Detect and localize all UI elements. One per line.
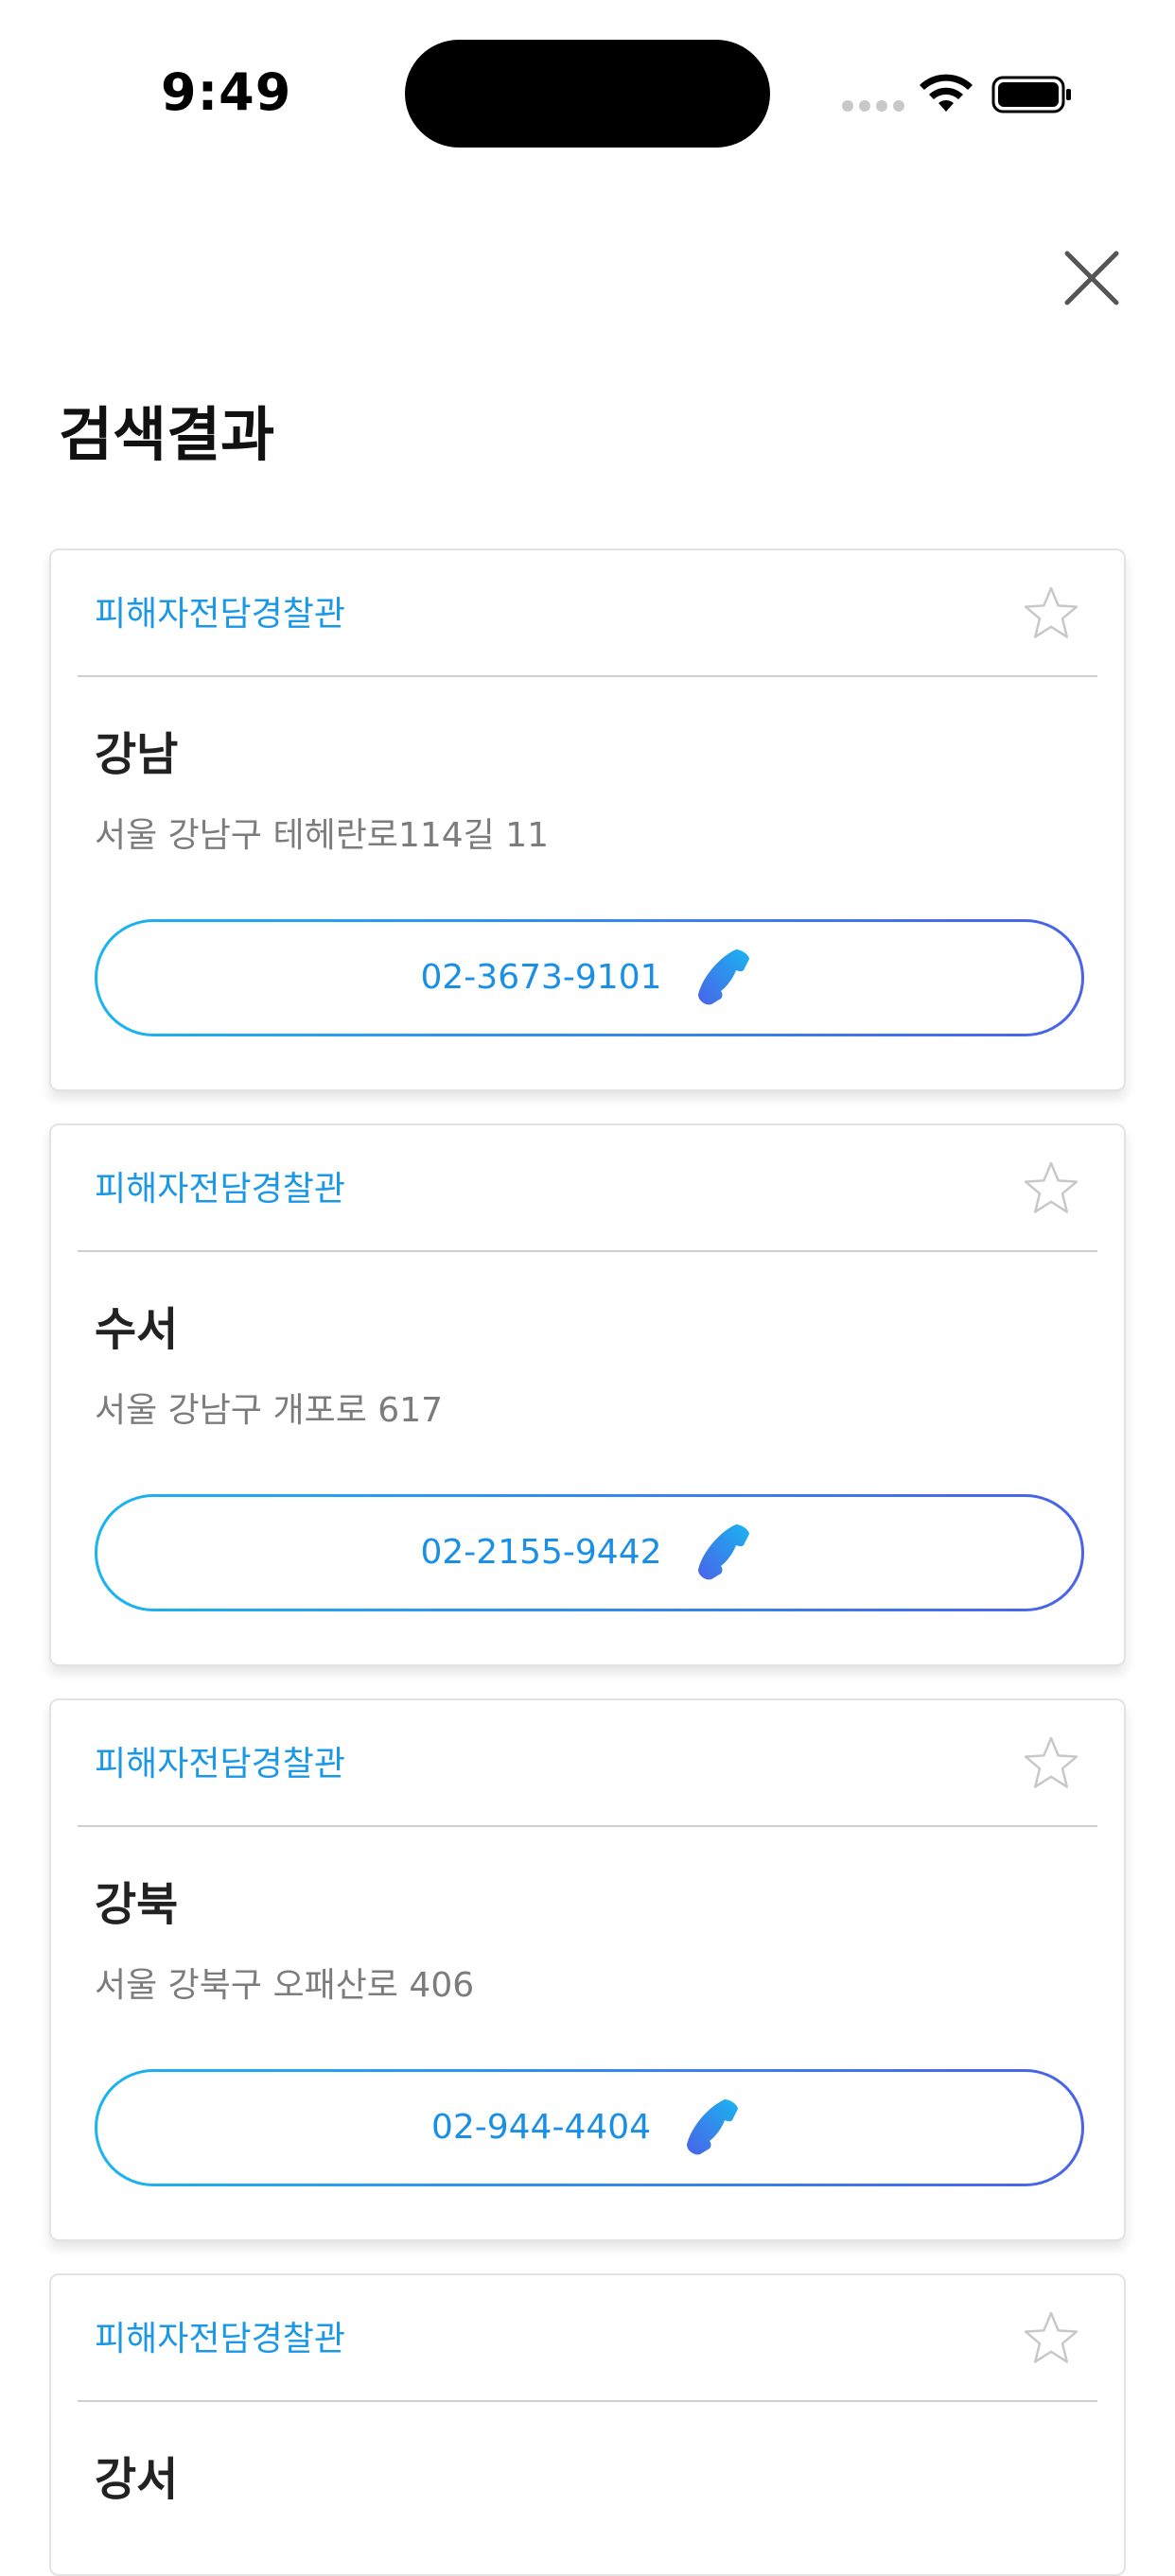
call-button[interactable]: 02-2155-9442 [95,1494,1084,1611]
phone-number: 02-3673-9101 [420,958,662,997]
card-name: 수서 [95,1303,179,1356]
result-card: 피해자전담경찰관 수서 서울 강남구 개포로 617 02-2155-9442 [49,1123,1126,1666]
status-time: 9:49 [161,62,292,122]
card-category: 피해자전담경찰관 [95,595,345,634]
dynamic-island [405,40,770,148]
card-category: 피해자전담경찰관 [95,1170,345,1209]
result-card: 피해자전담경찰관 강북 서울 강북구 오패산로 406 02-944-4404 [49,1698,1126,2241]
card-address: 서울 강북구 오패산로 406 [95,1966,475,2005]
battery-icon [991,76,1071,113]
favorite-star-icon[interactable] [1022,1734,1080,1793]
card-address: 서울 강남구 개포로 617 [95,1391,444,1430]
card-divider [78,1250,1097,1252]
call-button[interactable]: 02-3673-9101 [95,919,1084,1036]
status-bar: 9:49 [0,0,1175,189]
card-category: 피해자전담경찰관 [95,2320,345,2358]
phone-icon [697,949,749,1005]
result-card: 피해자전담경찰관 강남 서울 강남구 테헤란로114길 11 02-3673-9… [49,548,1126,1091]
phone-number: 02-2155-9442 [420,1533,662,1572]
card-category: 피해자전담경찰관 [95,1745,345,1784]
phone-number: 02-944-4404 [430,2108,652,2147]
cellular-signal-icon [842,100,904,112]
close-icon[interactable] [1058,244,1126,312]
wifi-icon [920,74,973,112]
card-name: 강남 [95,728,179,781]
card-divider [78,1825,1097,1827]
result-card: 피해자전담경찰관 강서 [49,2273,1126,2576]
page-title: 검색결과 [59,400,275,469]
call-button[interactable]: 02-944-4404 [95,2069,1084,2186]
phone-icon [687,2099,739,2155]
card-name: 강북 [95,1878,179,1931]
favorite-star-icon[interactable] [1022,1159,1080,1218]
favorite-star-icon[interactable] [1022,584,1080,643]
card-address: 서울 강남구 테헤란로114길 11 [95,816,550,855]
card-divider [78,2400,1097,2402]
favorite-star-icon[interactable] [1022,2309,1080,2368]
card-divider [78,675,1097,677]
phone-icon [697,1524,749,1580]
card-name: 강서 [95,2453,179,2506]
